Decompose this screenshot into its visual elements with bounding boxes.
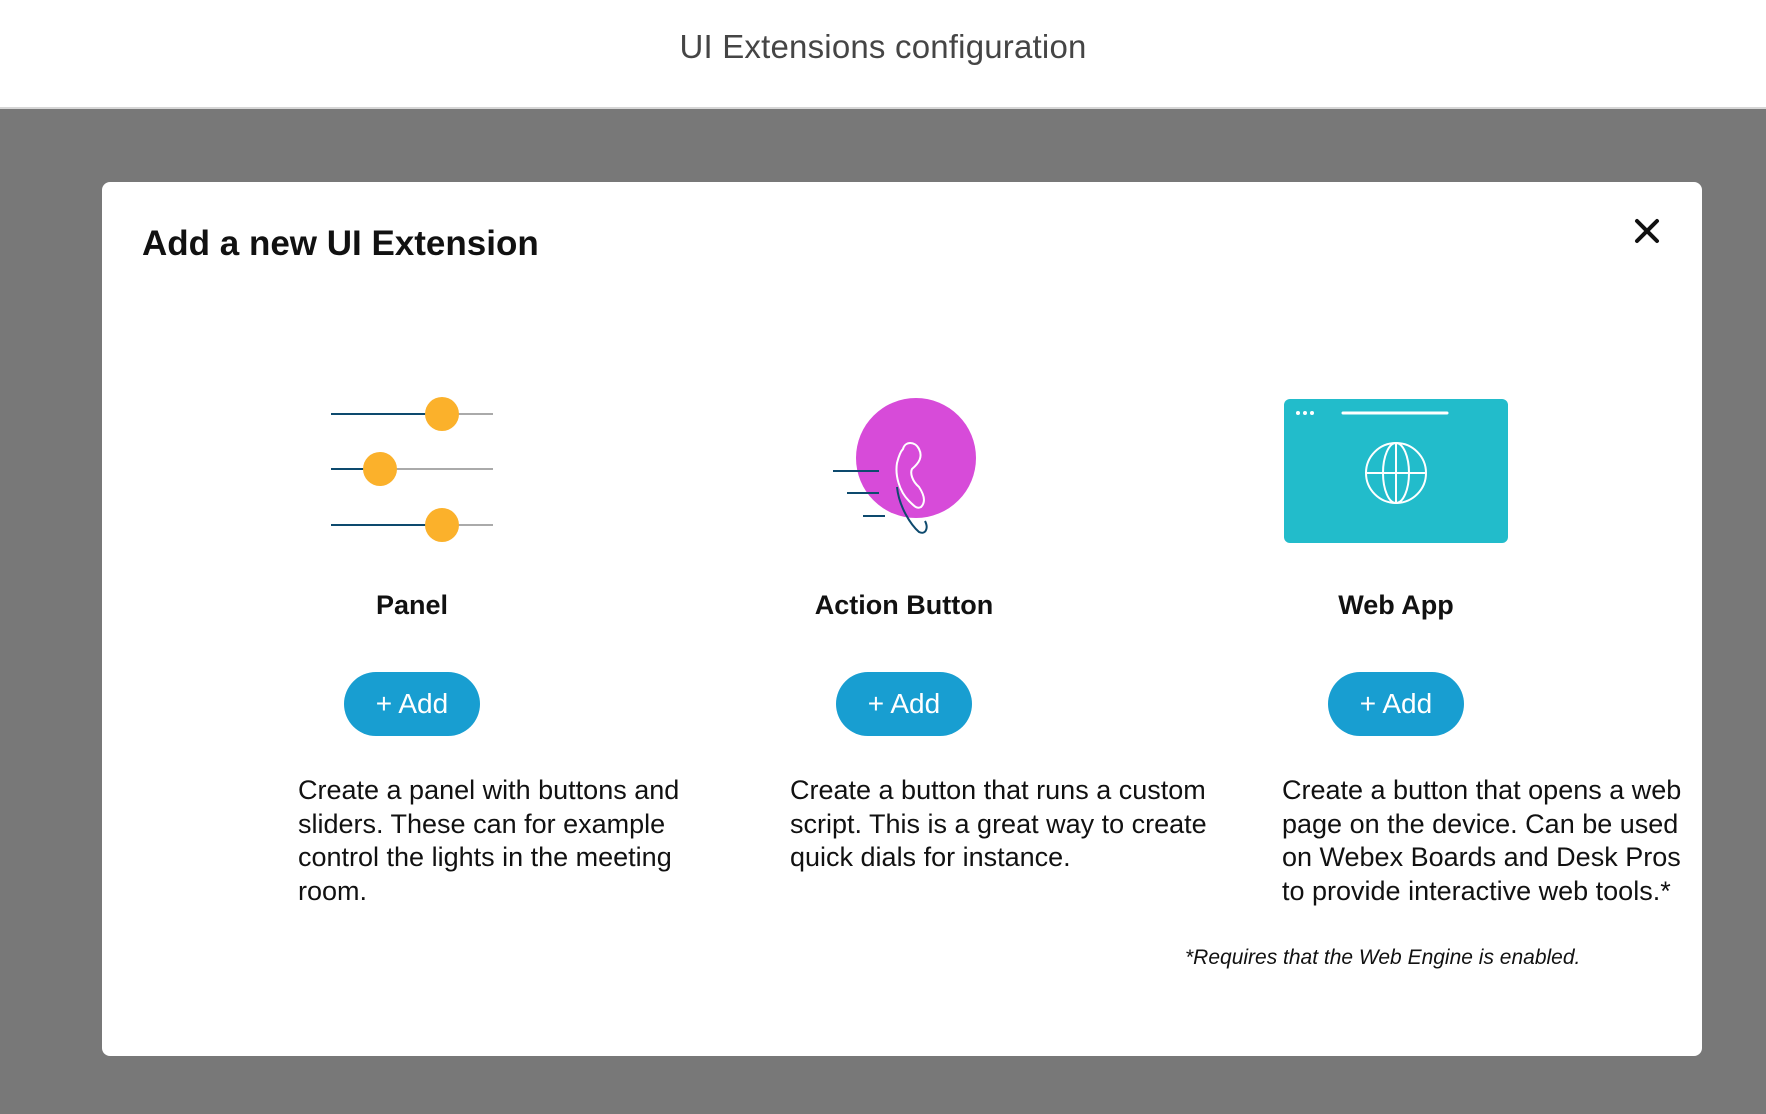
close-icon[interactable] xyxy=(1632,216,1662,246)
web-engine-footnote: *Requires that the Web Engine is enabled… xyxy=(1185,946,1581,969)
card-title-web-app: Web App xyxy=(1338,590,1454,620)
card-description-panel: Create a panel with buttons and sliders.… xyxy=(298,775,680,906)
page-title: UI Extensions configuration xyxy=(679,28,1087,65)
card-description-web-app: Create a button that opens a web page on… xyxy=(1282,775,1682,906)
top-bar: UI Extensions configuration xyxy=(0,0,1766,109)
card-action-button: Action Button + Add Create a button that… xyxy=(694,182,1207,1056)
card-description-action-button: Create a button that runs a custom scrip… xyxy=(790,775,1207,872)
card-title-panel: Panel xyxy=(375,590,449,620)
browser-globe-icon xyxy=(1283,397,1509,552)
add-action-button-button[interactable]: + Add xyxy=(836,672,972,736)
add-panel-button[interactable]: + Add xyxy=(344,672,480,736)
phone-action-icon xyxy=(819,397,989,552)
add-extension-dialog: Add a new UI Extension Panel + Add Creat… xyxy=(102,182,1702,1056)
card-web-app: Web App + Add Create a button that opens… xyxy=(1186,182,1681,1056)
card-title-action-button: Action Button xyxy=(814,590,994,620)
sliders-icon xyxy=(327,397,497,552)
add-web-app-button[interactable]: + Add xyxy=(1328,672,1464,736)
card-panel: Panel + Add Create a panel with buttons … xyxy=(202,182,679,1056)
